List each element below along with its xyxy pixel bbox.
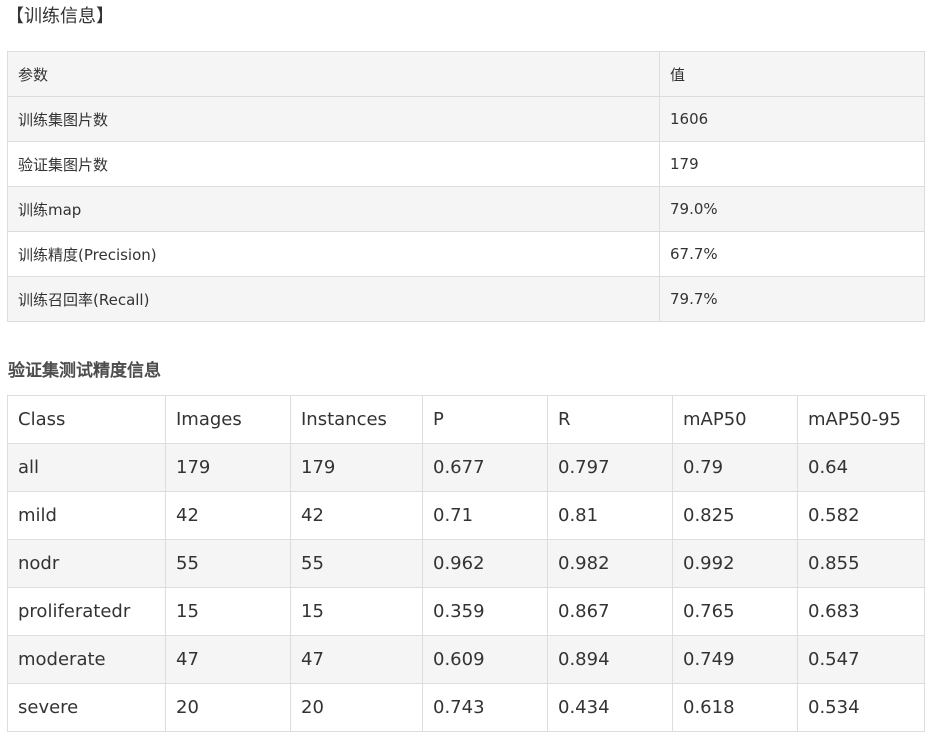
class-cell: nodr xyxy=(7,539,166,588)
class-cell: proliferatedr xyxy=(7,587,166,636)
header-cell-map50: mAP50 xyxy=(672,395,798,444)
class-cell: mild xyxy=(7,491,166,540)
class-cell: all xyxy=(7,443,166,492)
instances-cell: 55 xyxy=(290,539,423,588)
param-name-cell: 训练集图片数 xyxy=(7,96,660,142)
table-row: moderate 47 47 0.609 0.894 0.749 0.547 xyxy=(7,635,925,684)
p-cell: 0.71 xyxy=(422,491,548,540)
table-header-row: Class Images Instances P RmAP50 mAP50-95 xyxy=(7,395,925,444)
map50-95-cell: 0.547 xyxy=(797,635,925,684)
header-cell-images: Images xyxy=(165,395,291,444)
param-name-cell: 训练精度(Precision) xyxy=(7,231,660,277)
images-cell: 179 xyxy=(165,443,291,492)
instances-cell: 20 xyxy=(290,683,423,732)
map50-95-cell: 0.683 xyxy=(797,587,925,636)
r-cell: 0.867 xyxy=(547,587,673,636)
map50-cell: 0.749 xyxy=(672,635,798,684)
param-value-cell: 67.7% xyxy=(659,231,925,277)
validation-info-heading: 验证集测试精度信息 xyxy=(8,361,161,381)
header-cell-map50-95: mAP50-95 xyxy=(797,395,925,444)
images-cell: 47 xyxy=(165,635,291,684)
param-value-cell: 79.0% xyxy=(659,186,925,232)
param-value-cell: 79.7% xyxy=(659,276,925,322)
p-cell: 0.359 xyxy=(422,587,548,636)
images-cell: 55 xyxy=(165,539,291,588)
table-row: mild 42 42 0.71 0.81 0.825 0.582 xyxy=(7,491,925,540)
instances-cell: 179 xyxy=(290,443,423,492)
map50-cell: 0.618 xyxy=(672,683,798,732)
table-row: proliferatedr 15 15 0.359 0.867 0.765 0.683 xyxy=(7,587,925,636)
validation-metrics-table: Class Images Instances P RmAP50 mAP50-95 all 17… xyxy=(7,395,925,732)
instances-cell: 47 xyxy=(290,635,423,684)
p-cell: 0.609 xyxy=(422,635,548,684)
map50-95-cell: 0.855 xyxy=(797,539,925,588)
header-cell-r: R xyxy=(547,395,673,444)
instances-cell: 15 xyxy=(290,587,423,636)
r-cell: 0.982 xyxy=(547,539,673,588)
training-info-heading: 【训练信息】 xyxy=(6,6,114,27)
table-row: nodr 55 55 0.962 0.982 0.992 0.855 xyxy=(7,539,925,588)
p-cell: 0.962 xyxy=(422,539,548,588)
map50-cell: 0.765 xyxy=(672,587,798,636)
training-info-table: 参数 值 训练集图片数 1606 验证集图片数 179 训练map 79.0% … xyxy=(7,51,925,322)
param-name-cell: 训练map xyxy=(7,186,660,232)
table-header-row: 参数 值 xyxy=(7,51,925,97)
r-cell: 0.81 xyxy=(547,491,673,540)
param-value-cell: 179 xyxy=(659,141,925,187)
map50-95-cell: 0.582 xyxy=(797,491,925,540)
header-cell-value: 值 xyxy=(659,51,925,97)
table-row: 验证集图片数 179 xyxy=(7,141,925,187)
table-row: 训练召回率(Recall) 79.7% xyxy=(7,276,925,322)
images-cell: 20 xyxy=(165,683,291,732)
r-cell: 0.797 xyxy=(547,443,673,492)
p-cell: 0.677 xyxy=(422,443,548,492)
p-cell: 0.743 xyxy=(422,683,548,732)
images-cell: 42 xyxy=(165,491,291,540)
param-name-cell: 验证集图片数 xyxy=(7,141,660,187)
map50-cell: 0.79 xyxy=(672,443,798,492)
table-row: 训练精度(Precision) 67.7% xyxy=(7,231,925,277)
map50-95-cell: 0.534 xyxy=(797,683,925,732)
header-cell-instances: Instances xyxy=(290,395,423,444)
table-row: 训练map 79.0% xyxy=(7,186,925,232)
map50-95-cell: 0.64 xyxy=(797,443,925,492)
class-cell: moderate xyxy=(7,635,166,684)
param-name-cell: 训练召回率(Recall) xyxy=(7,276,660,322)
images-cell: 15 xyxy=(165,587,291,636)
table-row: 训练集图片数 1606 xyxy=(7,96,925,142)
table-row: severe 20 20 0.743 0.434 0.618 0.534 xyxy=(7,683,925,732)
class-cell: severe xyxy=(7,683,166,732)
map50-cell: 0.825 xyxy=(672,491,798,540)
header-cell-parameter: 参数 xyxy=(7,51,660,97)
param-value-cell: 1606 xyxy=(659,96,925,142)
header-cell-class: Class xyxy=(7,395,166,444)
r-cell: 0.434 xyxy=(547,683,673,732)
header-cell-p: P xyxy=(422,395,548,444)
r-cell: 0.894 xyxy=(547,635,673,684)
map50-cell: 0.992 xyxy=(672,539,798,588)
instances-cell: 42 xyxy=(290,491,423,540)
table-row: all 179 179 0.677 0.797 0.79 0.64 xyxy=(7,443,925,492)
